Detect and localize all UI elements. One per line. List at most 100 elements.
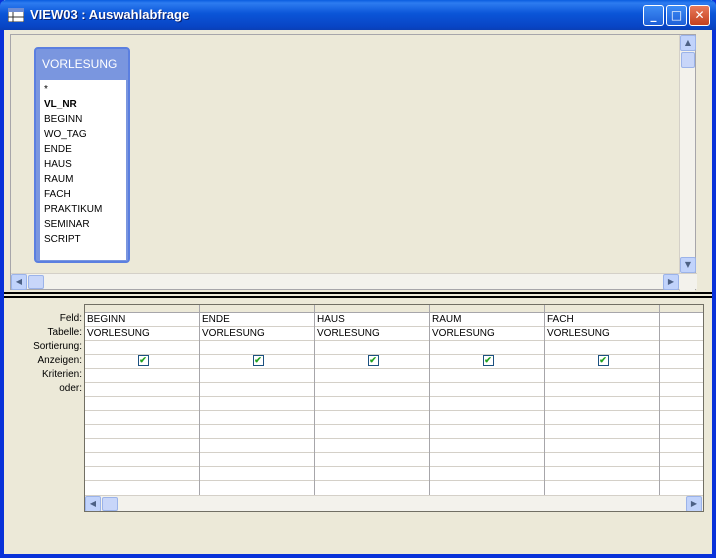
or-cell[interactable] xyxy=(200,453,314,467)
or-cell[interactable] xyxy=(315,453,429,467)
vertical-scrollbar[interactable]: ▲ ▼ xyxy=(679,35,696,291)
or-cell[interactable] xyxy=(85,411,199,425)
sort-cell[interactable] xyxy=(200,341,314,355)
show-cell[interactable]: ✔ xyxy=(85,354,199,369)
or-cell[interactable] xyxy=(430,425,544,439)
or-cell[interactable] xyxy=(545,383,659,397)
table-cell[interactable]: VORLESUNG xyxy=(200,327,314,341)
column-selector[interactable] xyxy=(545,305,659,313)
grid-column[interactable]: HAUS VORLESUNG ✔ xyxy=(315,305,430,495)
show-cell[interactable]: ✔ xyxy=(430,354,544,369)
or-cell[interactable] xyxy=(545,453,659,467)
or-cell[interactable] xyxy=(85,425,199,439)
query-design-grid[interactable]: BEGINN VORLESUNG ✔ ENDE VORLESUNG ✔ HAUS… xyxy=(84,304,704,512)
or-cell[interactable] xyxy=(200,425,314,439)
or-cell[interactable] xyxy=(430,439,544,453)
or-cell[interactable] xyxy=(430,397,544,411)
criteria-cell[interactable] xyxy=(430,369,544,383)
or-cell[interactable] xyxy=(660,397,703,411)
table-cell[interactable]: VORLESUNG xyxy=(315,327,429,341)
show-checkbox[interactable]: ✔ xyxy=(597,354,609,366)
criteria-cell[interactable] xyxy=(315,369,429,383)
or-cell[interactable] xyxy=(315,425,429,439)
table-cell[interactable]: VORLESUNG xyxy=(85,327,199,341)
or-cell[interactable] xyxy=(315,383,429,397)
or-cell[interactable] xyxy=(660,425,703,439)
scroll-thumb[interactable] xyxy=(681,52,695,68)
table-cell[interactable]: VORLESUNG xyxy=(430,327,544,341)
title-bar[interactable]: VIEW03 : Auswahlabfrage _ □ ✕ xyxy=(0,0,716,30)
or-cell[interactable] xyxy=(430,453,544,467)
show-checkbox[interactable]: ✔ xyxy=(367,354,379,366)
show-checkbox[interactable]: ✔ xyxy=(137,354,149,366)
field-item[interactable]: WO_TAG xyxy=(44,127,126,142)
grid-column[interactable]: FACH VORLESUNG ✔ xyxy=(545,305,660,495)
field-cell[interactable]: RAUM xyxy=(430,313,544,327)
or-cell[interactable] xyxy=(200,411,314,425)
show-cell[interactable]: ✔ xyxy=(545,354,659,369)
scroll-left-icon[interactable]: ◀ xyxy=(11,274,27,290)
or-cell[interactable] xyxy=(660,453,703,467)
table-cell[interactable]: VORLESUNG xyxy=(545,327,659,341)
show-cell[interactable]: ✔ xyxy=(200,354,314,369)
table-cell[interactable] xyxy=(660,327,703,341)
or-cell[interactable] xyxy=(430,467,544,481)
scroll-thumb[interactable] xyxy=(102,497,118,511)
field-item[interactable]: * xyxy=(44,82,126,97)
or-cell[interactable] xyxy=(200,397,314,411)
or-cell[interactable] xyxy=(545,425,659,439)
or-cell[interactable] xyxy=(85,467,199,481)
column-selector[interactable] xyxy=(430,305,544,313)
field-item[interactable]: BEGINN xyxy=(44,112,126,127)
show-cell[interactable] xyxy=(660,355,703,369)
field-item[interactable]: FACH xyxy=(44,187,126,202)
criteria-cell[interactable] xyxy=(85,369,199,383)
or-cell[interactable] xyxy=(85,397,199,411)
or-cell[interactable] xyxy=(315,439,429,453)
or-cell[interactable] xyxy=(660,439,703,453)
or-cell[interactable] xyxy=(660,467,703,481)
or-cell[interactable] xyxy=(430,383,544,397)
field-item[interactable]: PRAKTIKUM xyxy=(44,202,126,217)
or-cell[interactable] xyxy=(660,383,703,397)
grid-horizontal-scrollbar[interactable]: ◀ ▶ xyxy=(85,495,703,511)
field-item[interactable]: HAUS xyxy=(44,157,126,172)
field-cell[interactable] xyxy=(660,313,703,327)
criteria-cell[interactable] xyxy=(660,369,703,383)
maximize-button[interactable]: □ xyxy=(666,5,687,26)
or-cell[interactable] xyxy=(660,411,703,425)
sort-cell[interactable] xyxy=(660,341,703,355)
criteria-cell[interactable] xyxy=(545,369,659,383)
field-cell[interactable]: HAUS xyxy=(315,313,429,327)
or-cell[interactable] xyxy=(315,397,429,411)
show-cell[interactable]: ✔ xyxy=(315,354,429,369)
sort-cell[interactable] xyxy=(315,341,429,355)
or-cell[interactable] xyxy=(545,439,659,453)
field-cell[interactable]: BEGINN xyxy=(85,313,199,327)
scroll-down-icon[interactable]: ▼ xyxy=(680,257,696,273)
or-cell[interactable] xyxy=(545,467,659,481)
field-item[interactable]: ENDE xyxy=(44,142,126,157)
close-button[interactable]: ✕ xyxy=(689,5,710,26)
field-item-primary-key[interactable]: VL_NR xyxy=(44,97,126,112)
minimize-button[interactable]: _ xyxy=(643,5,664,26)
scroll-thumb[interactable] xyxy=(28,275,44,289)
or-cell[interactable] xyxy=(545,397,659,411)
or-cell[interactable] xyxy=(200,383,314,397)
criteria-cell[interactable] xyxy=(200,369,314,383)
show-checkbox[interactable]: ✔ xyxy=(482,354,494,366)
or-cell[interactable] xyxy=(85,439,199,453)
column-selector[interactable] xyxy=(85,305,199,313)
scroll-left-icon[interactable]: ◀ xyxy=(85,496,101,511)
sort-cell[interactable] xyxy=(430,341,544,355)
or-cell[interactable] xyxy=(200,467,314,481)
grid-column-empty[interactable] xyxy=(660,305,703,495)
or-cell[interactable] xyxy=(545,411,659,425)
or-cell[interactable] xyxy=(315,467,429,481)
or-cell[interactable] xyxy=(200,439,314,453)
column-selector[interactable] xyxy=(660,305,703,313)
show-checkbox[interactable]: ✔ xyxy=(252,354,264,366)
column-selector[interactable] xyxy=(200,305,314,313)
table-fieldlist-vorlesung[interactable]: VORLESUNG * VL_NR BEGINN WO_TAG ENDE HAU… xyxy=(34,47,130,263)
field-cell[interactable]: FACH xyxy=(545,313,659,327)
